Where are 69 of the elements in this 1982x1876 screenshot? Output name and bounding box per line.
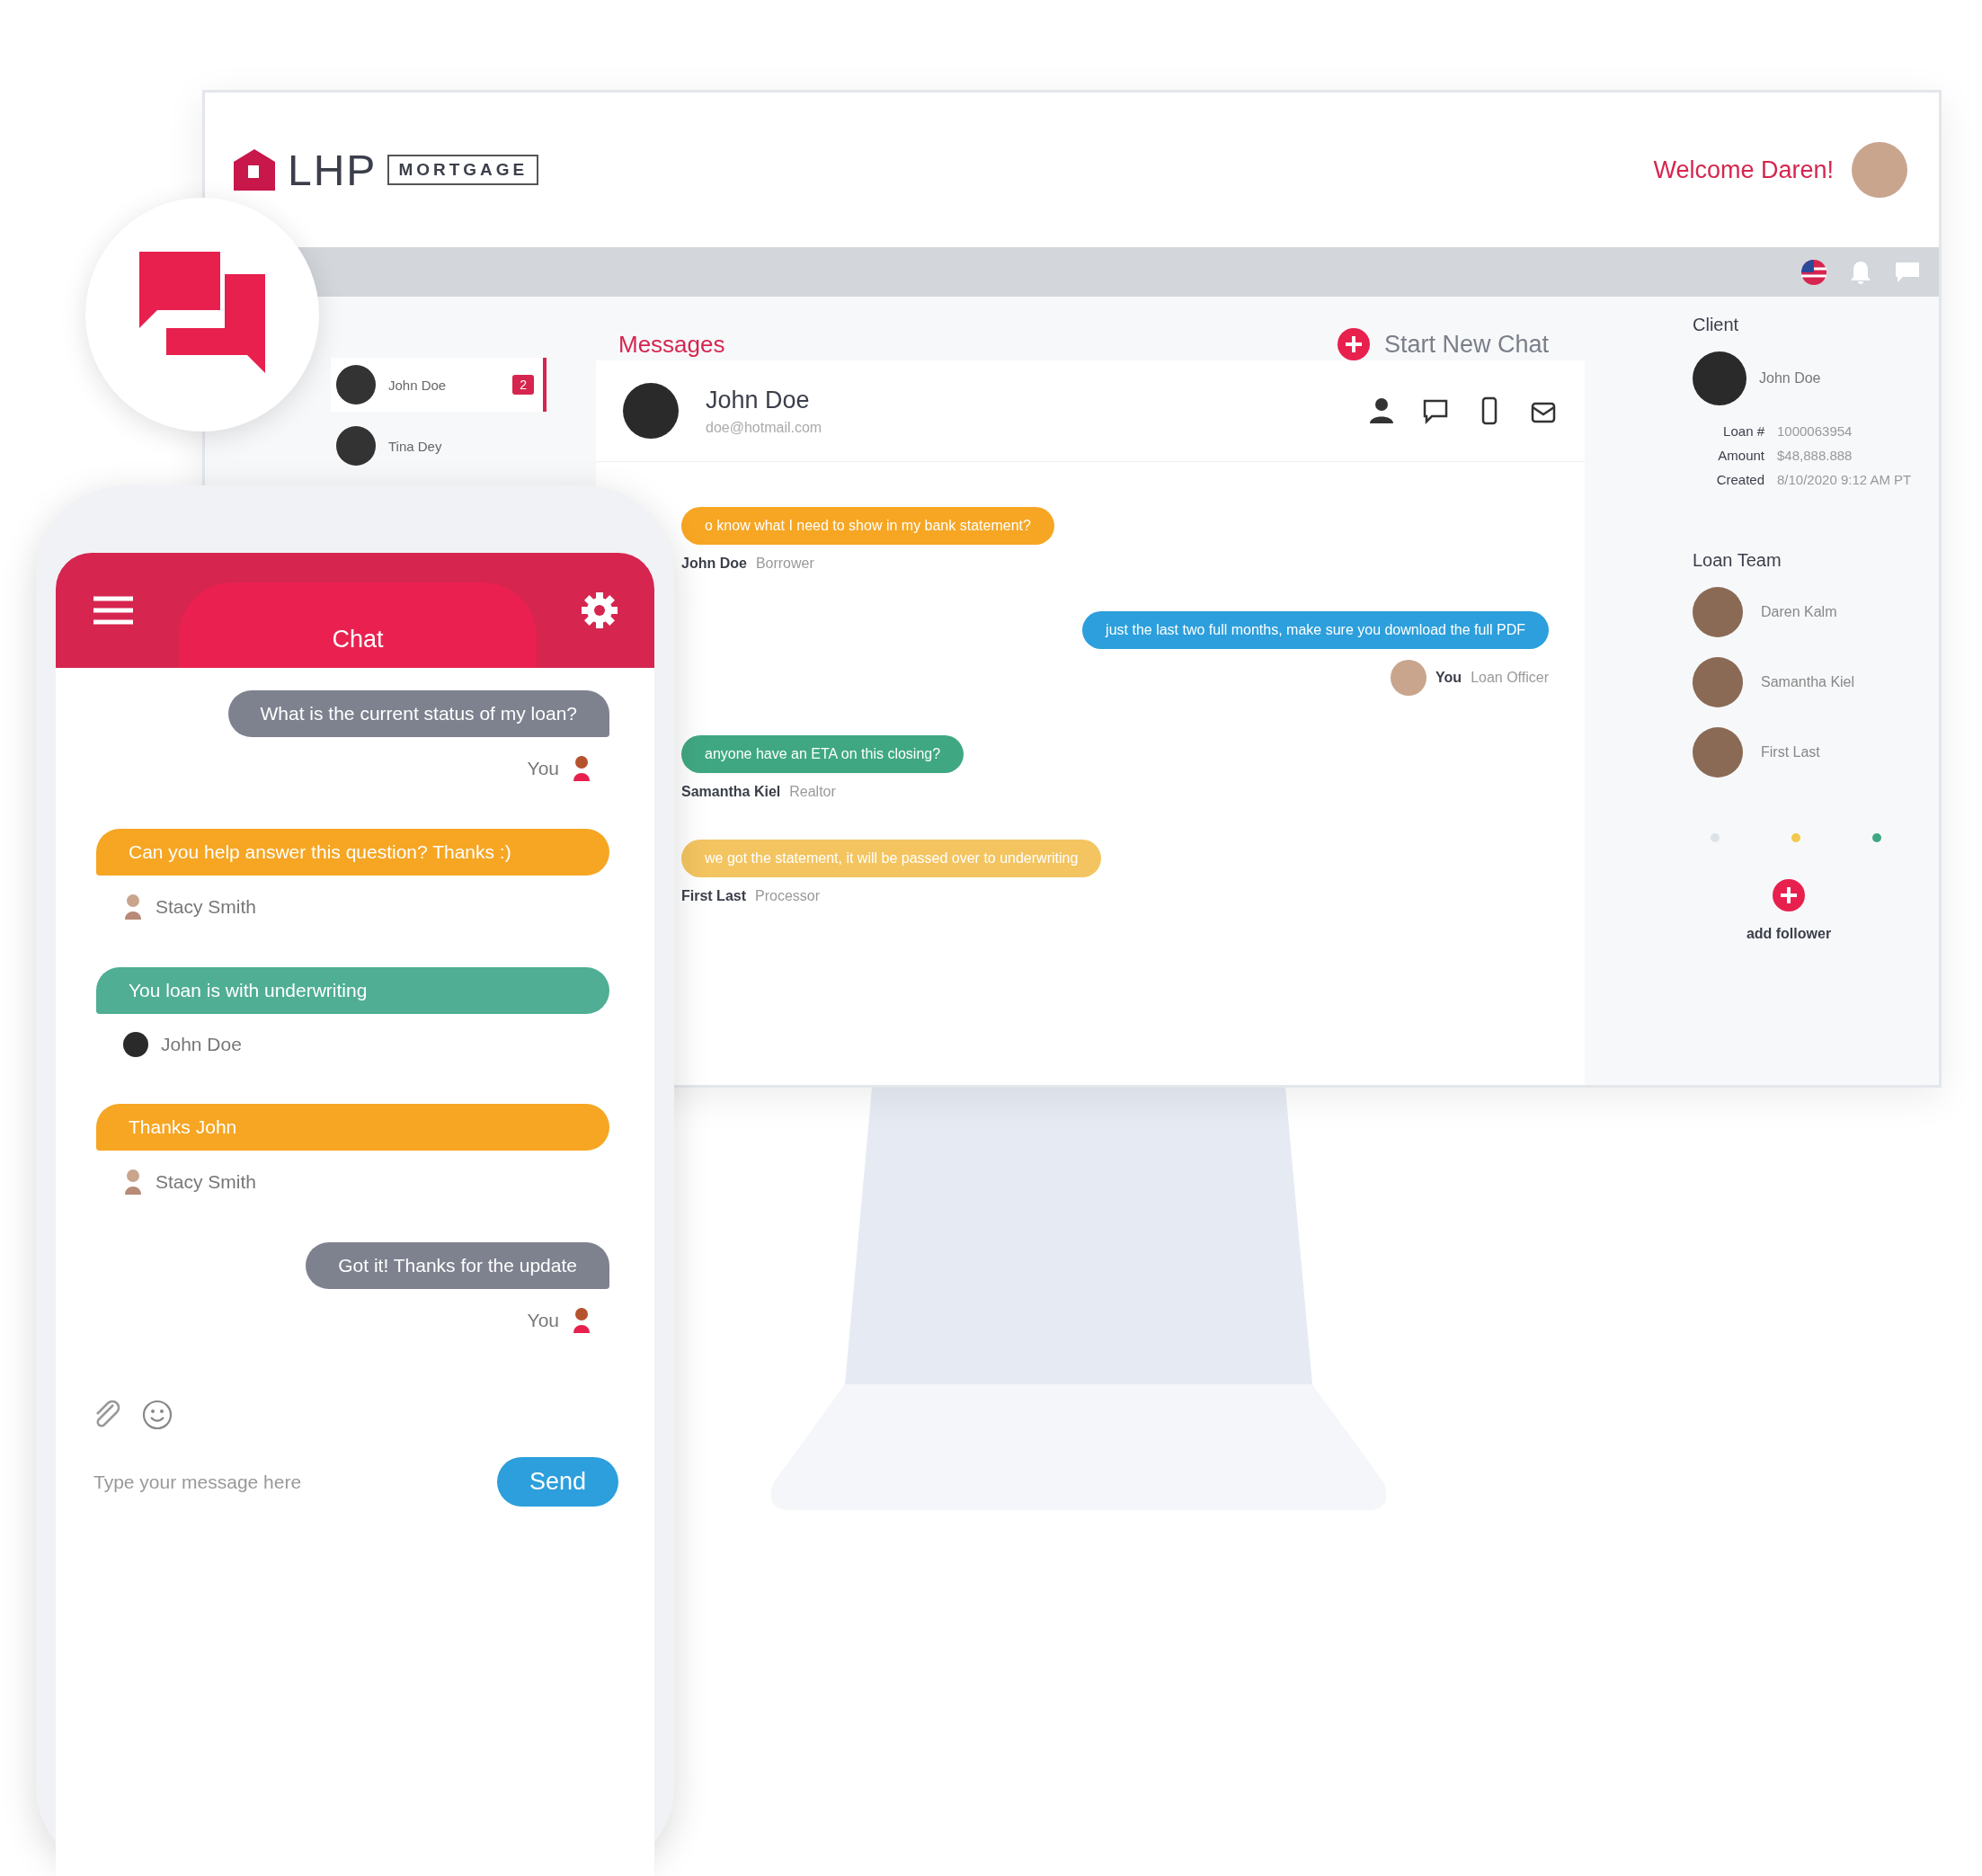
message-bubble: we got the statement, it will be passed over to underwriting	[681, 840, 1102, 877]
message-input[interactable]: Type your message here	[92, 1470, 437, 1494]
sender-name: John Doe	[681, 556, 747, 572]
person-icon[interactable]	[1367, 396, 1396, 425]
plus-icon	[1773, 879, 1805, 911]
avatar	[336, 426, 376, 466]
sender-name: You	[527, 758, 559, 779]
message-bubble: just the last two full months, make sure you download the full PDF	[1082, 611, 1549, 649]
person-icon	[123, 1169, 143, 1196]
contact-name: Tina Dey	[388, 438, 443, 454]
logo-tag: MORTGAGE	[387, 155, 539, 185]
logo-text: LHP	[288, 145, 378, 195]
message-bubble: You loan is with underwriting	[96, 967, 609, 1014]
field-value: $48,888.888	[1777, 448, 1853, 463]
send-button[interactable]: Send	[496, 1457, 618, 1507]
field-label: Amount	[1717, 448, 1764, 463]
message-bubble: Got it! Thanks for the update	[306, 1242, 609, 1289]
avatar	[1693, 351, 1746, 405]
sender-role: Borrower	[755, 556, 814, 572]
field-label: Created	[1715, 472, 1764, 487]
sender-name: John Doe	[161, 1034, 242, 1055]
avatar	[336, 365, 376, 405]
menu-icon[interactable]	[92, 595, 135, 626]
sender-name: Stacy Smith	[156, 1171, 257, 1193]
avatar	[1693, 727, 1743, 778]
member-name: First Last	[1761, 744, 1820, 760]
field-label: Loan #	[1722, 423, 1764, 439]
message-bubble: anyone have an ETA on this closing?	[681, 735, 964, 773]
unread-badge: 2	[512, 375, 534, 395]
client-name: John Doe	[1759, 370, 1821, 387]
add-follower-button[interactable]: add follower	[1693, 878, 1885, 943]
field-value: 1000063954	[1777, 423, 1853, 439]
settings-icon[interactable]	[581, 591, 618, 629]
welcome-text: Welcome Daren!	[1653, 156, 1834, 184]
section-heading: Loan Team	[1693, 550, 1782, 571]
sender-role: Realtor	[789, 784, 836, 800]
avatar	[1693, 587, 1743, 637]
sender-name: First Last	[681, 888, 746, 904]
contact-name: John Doe	[706, 386, 811, 414]
section-heading: Client	[1693, 315, 1740, 335]
member-name: Samantha Kiel	[1761, 674, 1855, 690]
sender-name: You	[1435, 670, 1462, 686]
member-name: Daren Kalm	[1761, 604, 1837, 620]
contact-email: doe@hotmail.com	[706, 419, 822, 436]
conversation-item[interactable]: Tina Dey	[331, 419, 547, 473]
field-value: 8/10/2020 9:12 AM PT	[1777, 472, 1913, 487]
sender-role: Processor	[755, 888, 821, 904]
conversation-item[interactable]: John Doe 2	[331, 358, 547, 412]
message-bubble: o know what I need to show in my bank statement?	[681, 507, 1054, 545]
house-logo-icon	[232, 147, 277, 192]
sender-name: Samantha Kiel	[681, 784, 781, 800]
smiley-icon[interactable]	[142, 1400, 173, 1430]
avatar	[1391, 660, 1427, 696]
sender-name: Stacy Smith	[156, 896, 257, 918]
flag-icon[interactable]	[1800, 258, 1827, 286]
start-chat-button[interactable]: Start New Chat	[1337, 328, 1549, 360]
avatar	[1693, 657, 1743, 707]
person-icon	[572, 1307, 591, 1334]
sender-role: Loan Officer	[1471, 670, 1549, 686]
contact-name: John Doe	[388, 377, 448, 393]
person-icon	[572, 755, 591, 782]
avatar	[123, 1032, 148, 1057]
message-bubble: Thanks John	[96, 1104, 609, 1151]
screen-title: Chat	[179, 582, 537, 668]
person-icon	[123, 894, 143, 920]
section-title: Messages	[618, 330, 725, 359]
message-bubble: Can you help answer this question? Thanks :)	[96, 829, 609, 876]
message-bubble: What is the current status of my loan?	[227, 690, 609, 737]
sender-name: You	[527, 1310, 559, 1331]
